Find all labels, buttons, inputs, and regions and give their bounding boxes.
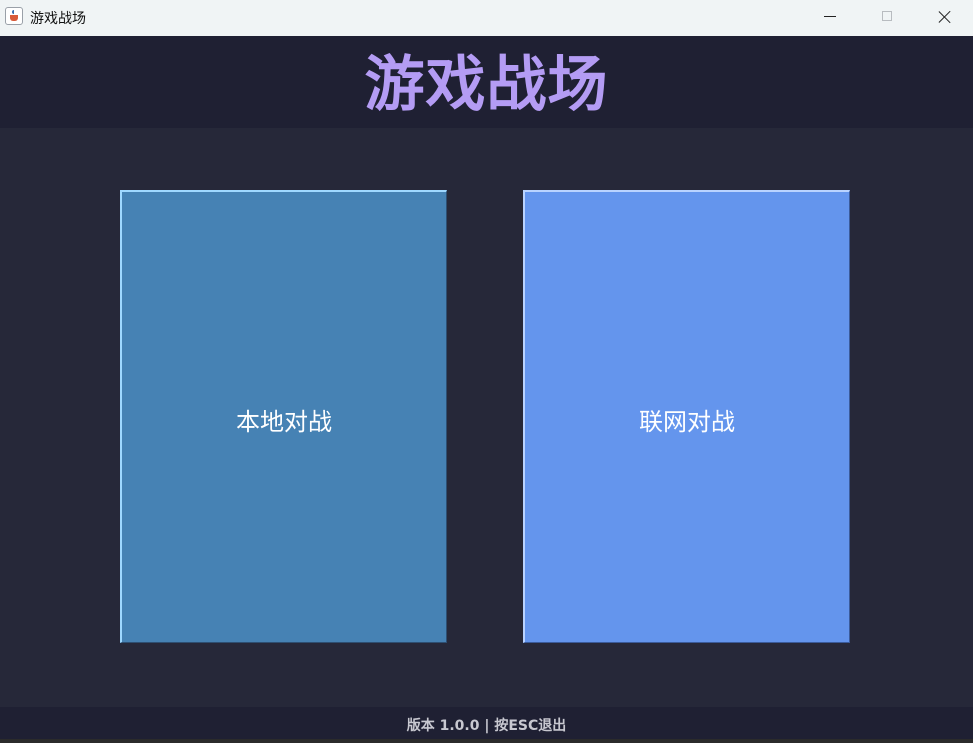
online-battle-button[interactable]: 联网对战 <box>523 190 850 643</box>
close-button[interactable] <box>916 0 973 34</box>
window-title: 游戏战场 <box>30 11 86 27</box>
footer: 版本 1.0.0 | 按ESC退出 <box>0 707 973 739</box>
header: 游戏战场 <box>0 36 973 128</box>
title-bar[interactable]: 游戏战场 <box>0 0 973 36</box>
main-panel: 本地对战 联网对战 <box>0 128 973 707</box>
close-icon <box>938 10 952 24</box>
maximize-button[interactable] <box>858 0 916 34</box>
maximize-icon <box>882 11 892 21</box>
minimize-icon <box>824 16 836 17</box>
local-battle-button[interactable]: 本地对战 <box>120 190 447 643</box>
bottom-strip <box>0 739 973 743</box>
java-app-icon[interactable] <box>5 7 23 25</box>
version-info: 版本 1.0.0 | 按ESC退出 <box>406 718 567 734</box>
local-battle-label: 本地对战 <box>236 408 332 436</box>
minimize-button[interactable] <box>800 0 858 34</box>
page-title: 游戏战场 <box>364 50 609 120</box>
steam-icon <box>12 10 17 14</box>
game-window: 游戏战场 游戏战场 本地对战 联网对战 版本 1.0.0 | 按ESC退出 <box>0 0 973 743</box>
cup-icon <box>10 15 18 21</box>
online-battle-label: 联网对战 <box>639 408 735 436</box>
